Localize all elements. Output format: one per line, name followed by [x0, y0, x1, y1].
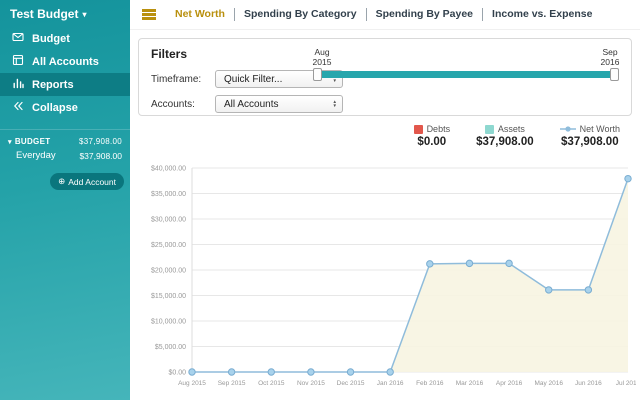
budget-switcher[interactable]: Test Budget ▾: [0, 0, 130, 27]
menu-icon[interactable]: [142, 9, 156, 20]
svg-text:$15,000.00: $15,000.00: [151, 293, 186, 300]
sidebar-item-reports[interactable]: Reports: [0, 73, 130, 96]
legend-label: Debts: [426, 124, 451, 134]
tab-income-vs-expense[interactable]: Income vs. Expense: [482, 8, 601, 21]
app-window: Test Budget ▾ Budget All Accounts Report…: [0, 0, 640, 400]
legend-item-net-worth: Net Worth $37,908.00: [559, 124, 620, 156]
add-account-row: ⊕ Add Account: [0, 163, 130, 190]
accounts-group-total: $37,908.00: [78, 137, 122, 146]
legend-label: Net Worth: [579, 124, 620, 134]
account-name: Everyday: [16, 150, 56, 161]
svg-text:Feb 2016: Feb 2016: [416, 380, 444, 387]
svg-text:$30,000.00: $30,000.00: [151, 216, 186, 223]
slider-handle-start[interactable]: [313, 68, 322, 81]
legend-label: Assets: [497, 124, 525, 134]
accounts-icon: [12, 54, 24, 69]
legend-value: $37,908.00: [561, 136, 619, 148]
svg-text:$10,000.00: $10,000.00: [151, 318, 186, 325]
budget-title-label: Test Budget: [10, 7, 79, 21]
sidebar: Test Budget ▾ Budget All Accounts Report…: [0, 0, 130, 400]
accounts-row: Accounts: All Accounts ▲ ▼: [151, 95, 619, 113]
timeframe-slider: Aug 2015 Sep 2016: [313, 47, 620, 81]
sidebar-item-budget[interactable]: Budget: [0, 27, 130, 50]
report-tabs: Net Worth Spending By Category Spending …: [166, 8, 601, 21]
slider-track[interactable]: [313, 68, 619, 81]
timeframe-label: Timeframe:: [151, 73, 202, 85]
assets-swatch-icon: [484, 124, 494, 134]
chart-legend: Debts $0.00 Assets $37,908.00 Net Worth …: [130, 116, 640, 156]
sidebar-item-label: All Accounts: [32, 55, 99, 68]
svg-text:Dec 2015: Dec 2015: [337, 380, 365, 387]
tab-net-worth[interactable]: Net Worth: [166, 8, 234, 21]
sidebar-item-label: Budget: [32, 32, 70, 45]
reports-icon: [12, 77, 24, 92]
svg-text:$5,000.00: $5,000.00: [155, 344, 186, 351]
accounts-group-label: BUDGET: [14, 137, 51, 146]
svg-text:Sep 2015: Sep 2015: [218, 380, 246, 387]
filters-panel: Filters Timeframe: Quick Filter... ▲▼ Ac…: [138, 38, 632, 116]
timeframe-selected-value: Quick Filter...: [224, 73, 283, 85]
slider-handle-end[interactable]: [610, 68, 619, 81]
svg-text:$35,000.00: $35,000.00: [151, 191, 186, 198]
debts-swatch-icon: [413, 124, 423, 134]
accounts-label: Accounts:: [151, 98, 195, 110]
svg-text:May 2016: May 2016: [534, 380, 563, 387]
report-tabs-bar: Net Worth Spending By Category Spending …: [130, 0, 640, 30]
slider-end-label: Sep 2016: [600, 47, 620, 67]
legend-item-assets: Assets $37,908.00: [476, 124, 534, 156]
accounts-section: ▾ BUDGET $37,908.00 Everyday $37,908.00 …: [0, 129, 130, 190]
legend-value: $0.00: [417, 136, 447, 148]
svg-text:Jan 2016: Jan 2016: [377, 380, 404, 387]
budget-icon: [12, 31, 24, 46]
accounts-select[interactable]: All Accounts ▲ ▼: [215, 95, 343, 113]
account-row-everyday[interactable]: Everyday $37,908.00: [0, 148, 130, 163]
networth-chart: $0.00 $5,000.00 $10,000.00 $15,000.00 $20,00…: [151, 165, 636, 387]
chart-area: $0.00 $5,000.00 $10,000.00 $15,000.00 $20,00…: [130, 156, 640, 400]
plus-circle-icon: ⊕: [58, 176, 66, 186]
select-arrows-icon: ▲▼: [332, 99, 337, 108]
svg-text:Nov 2015: Nov 2015: [297, 380, 325, 387]
main-content: Net Worth Spending By Category Spending …: [130, 0, 640, 400]
svg-text:Jul 2016: Jul 2016: [616, 380, 636, 387]
tab-spending-by-category[interactable]: Spending By Category: [233, 8, 366, 21]
svg-text:$0.00: $0.00: [168, 369, 186, 376]
svg-text:$25,000.00: $25,000.00: [151, 242, 186, 249]
svg-text:Aug 2015: Aug 2015: [178, 380, 206, 387]
legend-value: $37,908.00: [476, 136, 534, 148]
svg-text:Mar 2016: Mar 2016: [456, 380, 484, 387]
sidebar-nav: Budget All Accounts Reports Collapse: [0, 27, 130, 119]
svg-text:Oct 2015: Oct 2015: [258, 380, 285, 387]
account-balance: $37,908.00: [79, 150, 122, 161]
collapse-icon: [12, 100, 24, 115]
add-account-label: Add Account: [68, 176, 116, 187]
accounts-selected-value: All Accounts: [224, 98, 279, 110]
sidebar-item-label: Reports: [32, 78, 74, 91]
svg-text:Jun 2016: Jun 2016: [575, 380, 602, 387]
svg-text:$40,000.00: $40,000.00: [151, 165, 186, 172]
chevron-down-icon: ▾: [8, 138, 12, 146]
slider-labels: Aug 2015 Sep 2016: [313, 47, 620, 71]
chevron-down-icon: ▾: [82, 10, 87, 19]
slider-start-label: Aug 2015: [312, 47, 332, 67]
svg-text:$20,000.00: $20,000.00: [151, 267, 186, 274]
svg-text:Apr 2016: Apr 2016: [496, 380, 523, 387]
line-marker-icon: [559, 126, 576, 132]
budget-accounts-group[interactable]: ▾ BUDGET $37,908.00: [0, 134, 130, 148]
sidebar-item-collapse[interactable]: Collapse: [0, 96, 130, 119]
sidebar-item-all-accounts[interactable]: All Accounts: [0, 50, 130, 73]
sidebar-item-label: Collapse: [32, 101, 78, 114]
legend-item-debts: Debts $0.00: [413, 124, 451, 156]
tab-spending-by-payee[interactable]: Spending By Payee: [365, 8, 482, 21]
add-account-button[interactable]: ⊕ Add Account: [50, 173, 124, 190]
